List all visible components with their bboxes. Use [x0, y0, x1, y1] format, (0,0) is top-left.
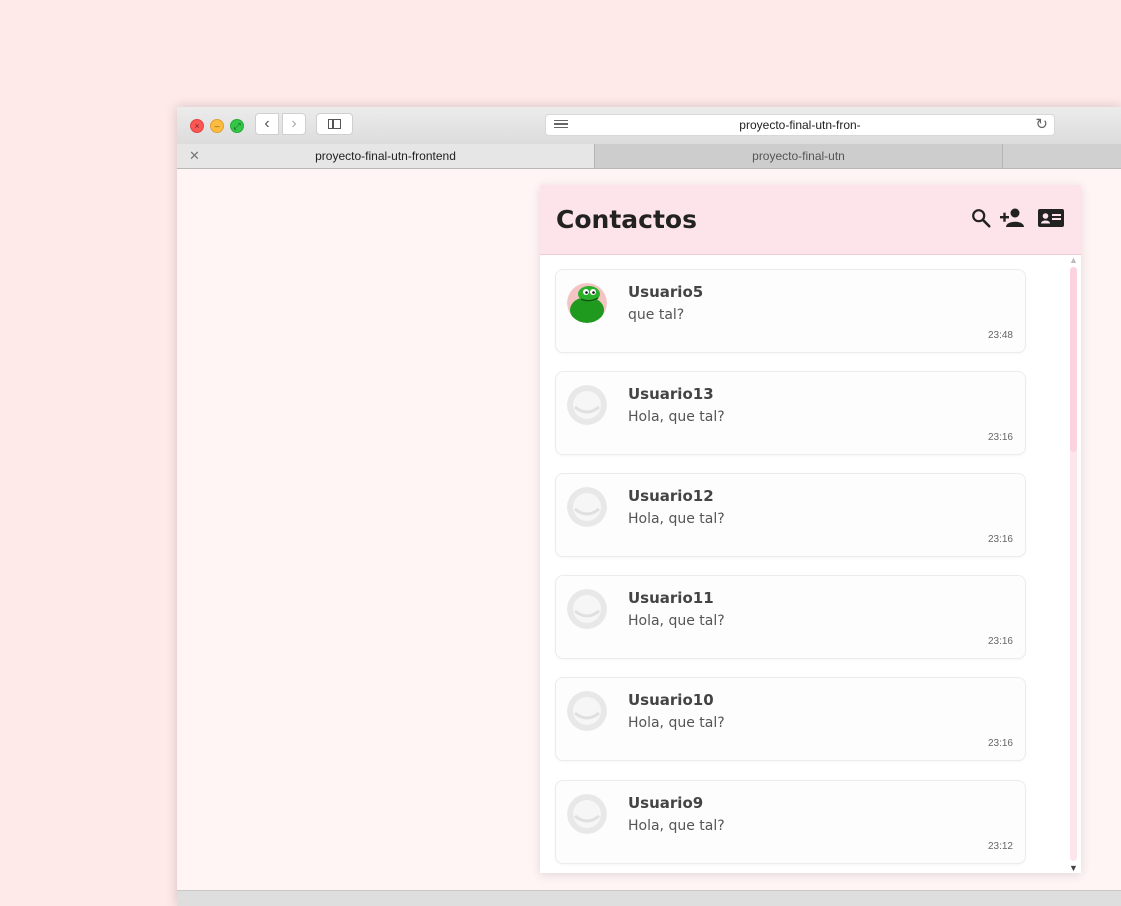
default-avatar	[567, 487, 607, 527]
default-avatar	[567, 691, 607, 731]
message-time: 23:48	[987, 330, 1013, 341]
last-message: Hola, que tal?	[628, 511, 725, 527]
last-message: que tal?	[628, 307, 685, 323]
contact-card-icon[interactable]	[1037, 205, 1065, 231]
scroll-up-icon[interactable]: ▲	[1069, 255, 1078, 265]
contact-name: Usuario10	[628, 691, 714, 709]
page-title: Contactos	[556, 205, 697, 234]
close-window-button[interactable]: ×	[190, 119, 204, 133]
last-message: Hola, que tal?	[628, 715, 725, 731]
scroll-thumb[interactable]	[1070, 267, 1077, 452]
close-tab-icon[interactable]: ✕	[189, 144, 200, 168]
last-message: Hola, que tal?	[628, 818, 725, 834]
tab-active[interactable]: ✕ proyecto-final-utn-frontend	[177, 144, 595, 168]
contact-name: Usuario13	[628, 385, 714, 403]
browser-toolbar: × – ⤢ ‹ › proyecto-final-utn-fron- ↻	[177, 107, 1121, 144]
default-avatar	[567, 589, 607, 629]
minimize-window-button[interactable]: –	[210, 119, 224, 133]
sidebar-icon	[328, 119, 341, 129]
contacts-panel: Contactos Usuario5 que tal? 23:48 Usuari…	[540, 185, 1081, 873]
default-avatar	[567, 794, 607, 834]
minimize-icon: –	[214, 121, 220, 131]
contact-name: Usuario12	[628, 487, 714, 505]
browser-window: × – ⤢ ‹ › proyecto-final-utn-fron- ↻ ✕ p…	[177, 107, 1121, 906]
contact-item-usuario9[interactable]: Usuario9 Hola, que tal? 23:12	[555, 780, 1026, 864]
scroll-down-icon[interactable]: ▼	[1069, 863, 1078, 873]
status-bar	[177, 890, 1121, 906]
chevron-left-icon: ‹	[264, 115, 270, 132]
add-contact-icon[interactable]	[1000, 205, 1026, 231]
contact-name: Usuario9	[628, 794, 704, 812]
message-time: 23:12	[987, 841, 1013, 852]
contacts-header: Contactos	[540, 185, 1081, 255]
contact-item-usuario12[interactable]: Usuario12 Hola, que tal? 23:16	[555, 473, 1026, 557]
sidebar-toggle-button[interactable]	[316, 113, 353, 135]
default-avatar	[567, 385, 607, 425]
contact-name: Usuario5	[628, 283, 704, 301]
contact-name: Usuario11	[628, 589, 714, 607]
search-icon[interactable]	[970, 205, 992, 231]
reload-icon[interactable]: ↻	[1035, 115, 1048, 135]
tab-label: proyecto-final-utn-frontend	[315, 149, 456, 163]
contact-list-scrollbar[interactable]: ▲ ▼	[1066, 255, 1081, 873]
message-time: 23:16	[987, 534, 1013, 545]
message-time: 23:16	[987, 432, 1013, 443]
contact-item-usuario5[interactable]: Usuario5 que tal? 23:48	[555, 269, 1026, 353]
reader-mode-icon[interactable]	[554, 120, 568, 130]
scroll-track[interactable]	[1070, 267, 1077, 861]
contact-list: Usuario5 que tal? 23:48 Usuario13 Hola, …	[540, 255, 1066, 873]
contact-item-usuario13[interactable]: Usuario13 Hola, que tal? 23:16	[555, 371, 1026, 455]
contact-item-usuario11[interactable]: Usuario11 Hola, que tal? 23:16	[555, 575, 1026, 659]
fullscreen-window-button[interactable]: ⤢	[230, 119, 244, 133]
chevron-right-icon: ›	[291, 115, 297, 132]
frog-avatar	[567, 283, 607, 323]
message-time: 23:16	[987, 636, 1013, 647]
address-bar[interactable]: proyecto-final-utn-fron- ↻	[545, 114, 1055, 136]
close-icon: ×	[194, 121, 200, 131]
forward-button[interactable]: ›	[282, 113, 306, 135]
tab-inactive[interactable]: proyecto-final-utn	[595, 144, 1003, 168]
tab-bar: ✕ proyecto-final-utn-frontend proyecto-f…	[177, 144, 1121, 169]
fullscreen-icon: ⤢	[233, 121, 241, 131]
last-message: Hola, que tal?	[628, 409, 725, 425]
address-url: proyecto-final-utn-fron-	[739, 118, 861, 132]
tab-label: proyecto-final-utn	[752, 149, 845, 163]
back-button[interactable]: ‹	[255, 113, 279, 135]
last-message: Hola, que tal?	[628, 613, 725, 629]
message-time: 23:16	[987, 738, 1013, 749]
contact-item-usuario10[interactable]: Usuario10 Hola, que tal? 23:16	[555, 677, 1026, 761]
